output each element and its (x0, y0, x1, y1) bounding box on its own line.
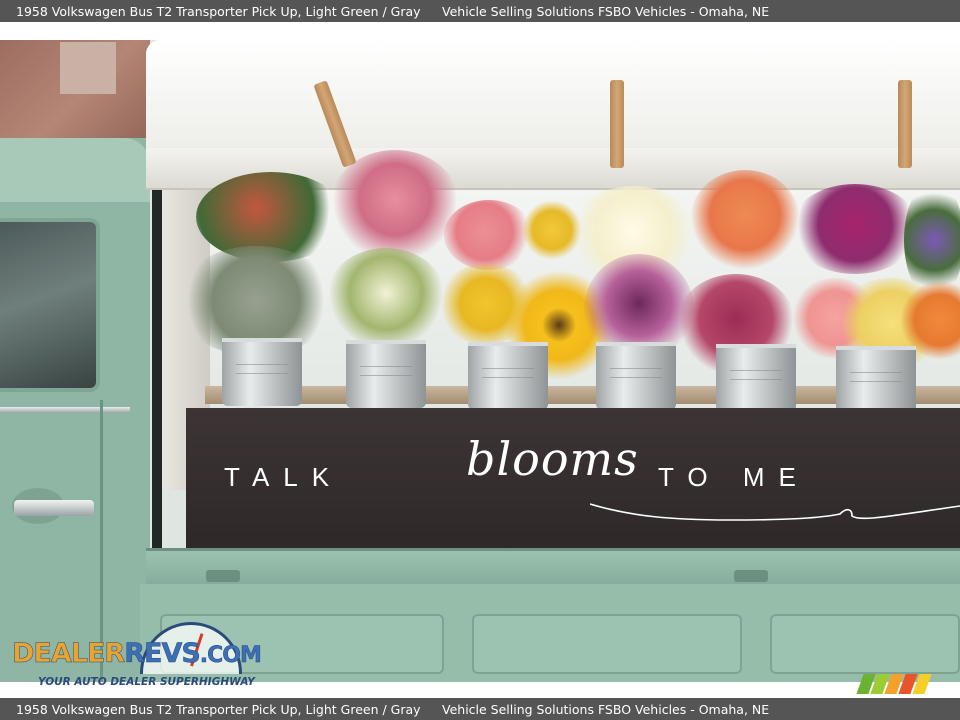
back-flowers-tulips (690, 170, 800, 270)
flower-bucket (346, 340, 426, 408)
stripes-logo-icon (856, 674, 932, 694)
front-flowers-daisies (326, 248, 446, 348)
flower-bucket (468, 342, 548, 410)
door-handle (14, 500, 94, 516)
vehicle-photo[interactable]: TALK blooms TO ME (0, 40, 960, 682)
truck-bed-rail (146, 548, 960, 584)
vehicle-title: 1958 Volkswagen Bus T2 Transporter Pick … (16, 3, 421, 19)
bucket-label (236, 364, 288, 374)
sign-script-word: blooms (466, 432, 639, 486)
bed-hinge (206, 570, 240, 582)
footer-bar: 1958 Volkswagen Bus T2 Transporter Pick … (0, 698, 960, 720)
dealerrevs-watermark: DEALERREVS.COM YOUR AUTO DEALER SUPERHIG… (12, 620, 272, 692)
back-flowers-magenta (790, 184, 920, 274)
canopy-pole (152, 190, 162, 558)
building-window (60, 42, 116, 94)
watermark-tagline: YOUR AUTO DEALER SUPERHIGHWAY (38, 676, 255, 688)
flower-bucket (596, 342, 676, 410)
cab-window (0, 218, 100, 392)
vehicle-title-footer: 1958 Volkswagen Bus T2 Transporter Pick … (16, 701, 421, 717)
flower-bucket (222, 338, 302, 406)
bed-hinge (734, 570, 768, 582)
brand-revs: REVS (124, 638, 201, 670)
bucket-label (850, 372, 902, 382)
canopy-strap (898, 80, 912, 168)
sign-word-right: TO ME (658, 462, 810, 492)
sign-word-left: TALK (224, 462, 344, 492)
flower-bucket (836, 346, 916, 414)
chrome-trim (0, 407, 130, 413)
brand-com: .COM (199, 643, 263, 669)
dealer-location: Vehicle Selling Solutions FSBO Vehicles … (442, 3, 770, 19)
dealer-location-footer: Vehicle Selling Solutions FSBO Vehicles … (442, 701, 770, 717)
sign-swash-line (590, 503, 960, 521)
bucket-label (482, 368, 534, 378)
header-bar: 1958 Volkswagen Bus T2 Transporter Pick … (0, 0, 960, 22)
bucket-label (730, 370, 782, 380)
back-flowers-roses (444, 200, 534, 270)
truck-roof (0, 138, 150, 202)
flower-bucket (716, 344, 796, 412)
bucket-label (360, 366, 412, 376)
watermark-brand: DEALERREVS.COM (12, 638, 263, 670)
bucket-label (610, 368, 662, 378)
brand-dealer: DEALER (12, 638, 126, 670)
bed-panel (472, 614, 742, 674)
back-flowers-pink-astilbe (330, 150, 460, 260)
bed-panel (770, 614, 960, 674)
canopy-strap (610, 80, 624, 168)
